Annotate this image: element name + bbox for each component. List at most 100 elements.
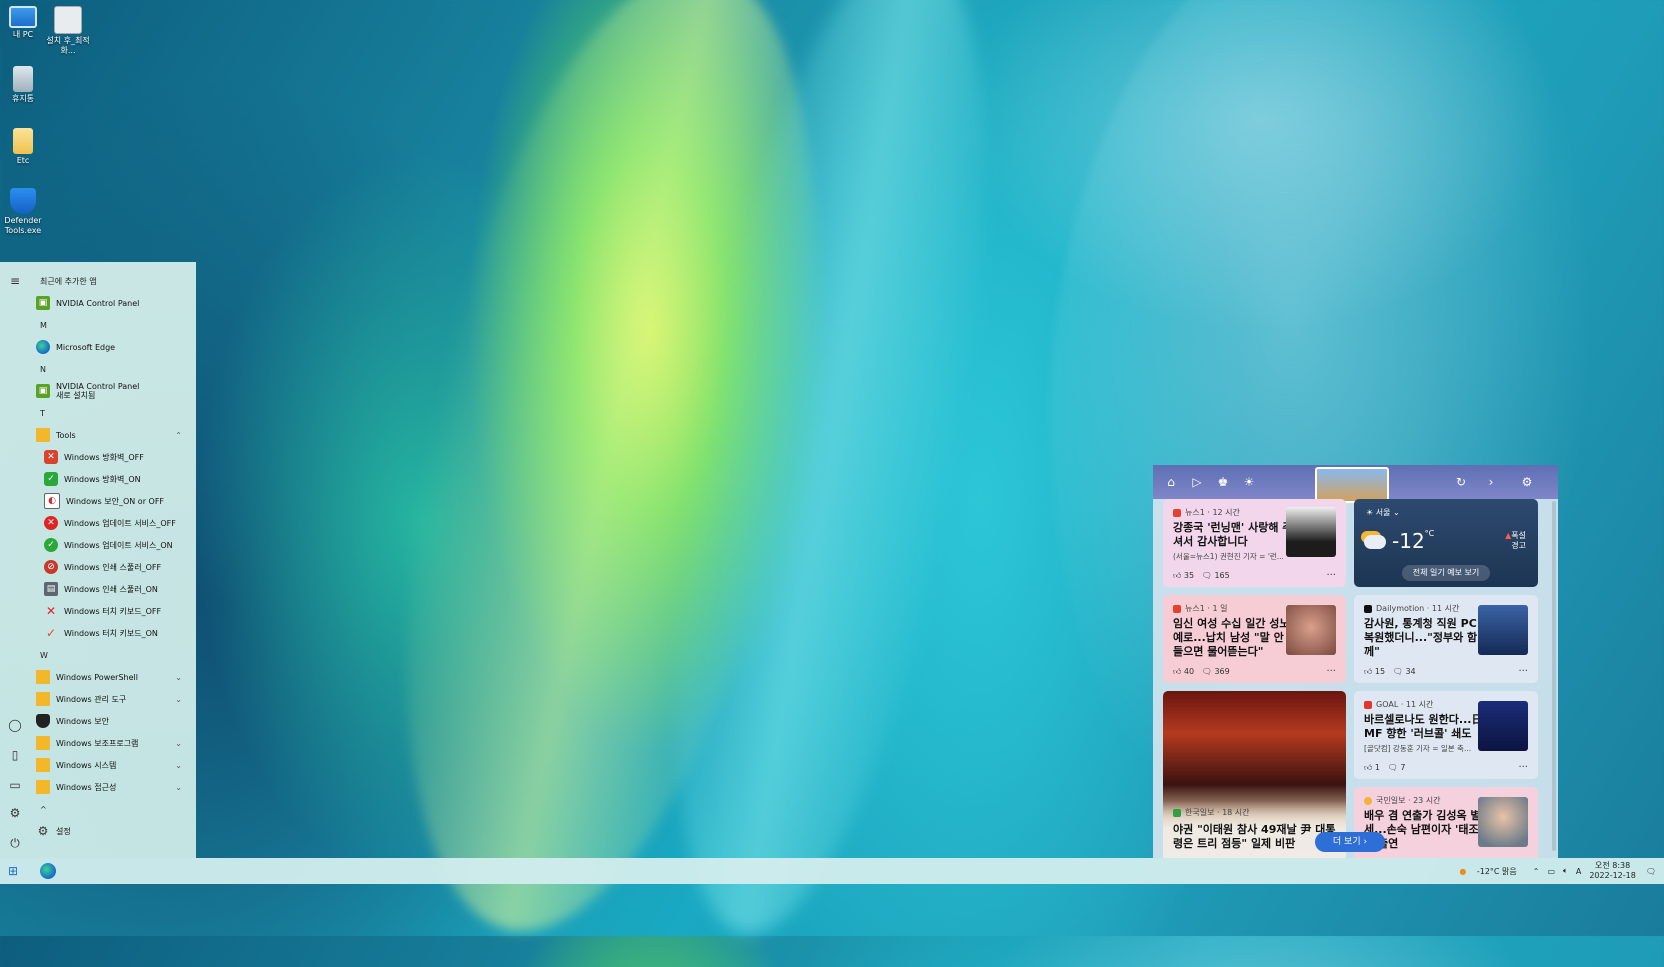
app-firewall-on[interactable]: ✓ Windows 방화벽_ON	[36, 468, 190, 490]
weather-icon[interactable]: ☀	[1241, 474, 1257, 490]
comment-icon[interactable]: 🗨︎	[1202, 667, 1212, 676]
news-thumbnail	[1478, 701, 1528, 751]
like-icon[interactable]: 👍︎	[1364, 667, 1372, 676]
folder-tools[interactable]: Tools ⌃	[36, 424, 190, 446]
refresh-icon[interactable]: ↻	[1453, 474, 1469, 490]
security-shield-icon: ◐	[44, 493, 60, 509]
desktop-icon-recycle-bin[interactable]: 휴지통	[1, 66, 45, 104]
like-icon[interactable]: 👍︎	[1173, 667, 1181, 676]
news-card[interactable]: 뉴스1 · 12 시간 강종국 '런닝맨' 사랑해 주셔서 감사합니다 (서울=…	[1163, 499, 1346, 587]
app-update-service-off[interactable]: ✕ Windows 업데이트 서비스_OFF	[36, 512, 190, 534]
more-options-icon[interactable]: ···	[1518, 762, 1528, 773]
app-nvidia-control-panel-new[interactable]: ▣ NVIDIA Control Panel 새로 설치됨	[36, 380, 190, 402]
notification-icon[interactable]: 🗨︎	[1646, 867, 1656, 876]
chevron-right-icon[interactable]: ›	[1483, 474, 1499, 490]
documents-icon[interactable]: ▯	[8, 748, 22, 762]
gear-icon: ⚙	[37, 824, 49, 838]
news-title: 감사원, 통계청 직원 PC 복원했더니..."정부와 함께"	[1364, 617, 1478, 658]
video-icon[interactable]: ▷	[1189, 474, 1205, 490]
comment-icon[interactable]: 🗨︎	[1202, 571, 1212, 580]
power-icon[interactable]: ⏻	[8, 836, 22, 850]
app-microsoft-edge[interactable]: Microsoft Edge	[36, 336, 190, 358]
app-print-spooler-off[interactable]: ⊘ Windows 인쇄 스풀러_OFF	[36, 556, 190, 578]
section-header-w[interactable]: W	[36, 644, 190, 666]
app-touch-keyboard-off[interactable]: ✕ Windows 터치 키보드_OFF	[36, 600, 190, 622]
stop-circle-icon: ✕	[44, 516, 58, 530]
more-options-icon[interactable]: ···	[1326, 666, 1336, 677]
hamburger-icon[interactable]: ≡	[8, 274, 22, 288]
desktop-icon-my-pc[interactable]: 내 PC	[1, 6, 45, 40]
app-security-toggle[interactable]: ◐ Windows 보안_ON or OFF	[36, 490, 190, 512]
edge-taskbar-icon[interactable]	[40, 863, 56, 879]
app-nvidia-control-panel[interactable]: ▣ NVIDIA Control Panel	[36, 292, 190, 314]
widgets-toolbar: ⌂ ▷ ♚ ☀ ↻ › ⚙	[1153, 465, 1558, 503]
start-menu-rail: ≡ ◯ ▯ ▭ ⚙ ⏻	[0, 262, 30, 858]
pictures-icon[interactable]: ▭	[8, 778, 22, 792]
app-print-spooler-on[interactable]: ▤ Windows 인쇄 스풀러_ON	[36, 578, 190, 600]
user-icon[interactable]: ◯	[8, 718, 22, 732]
volume-icon[interactable]: 🔈︎	[1563, 866, 1568, 876]
edge-icon	[36, 340, 50, 354]
printer-icon: ▤	[44, 582, 58, 596]
forecast-button[interactable]: 전체 일기 예보 보기	[1402, 565, 1490, 581]
check-circle-icon: ✓	[44, 538, 58, 552]
scrollbar[interactable]	[1552, 501, 1556, 851]
news-card[interactable]: Dailymotion · 11 시간 감사원, 통계청 직원 PC 복원했더니…	[1354, 595, 1538, 683]
shield-check-icon: ✓	[44, 472, 58, 486]
doodle-banner[interactable]	[1315, 467, 1389, 503]
comment-icon[interactable]: 🗨︎	[1388, 763, 1398, 772]
network-icon[interactable]: ▭	[1547, 867, 1555, 876]
weather-temperature: -12	[1392, 529, 1425, 553]
section-header-m[interactable]: M	[36, 314, 190, 336]
section-header-n[interactable]: N	[36, 358, 190, 380]
nvidia-icon: ▣	[36, 296, 50, 310]
gear-icon[interactable]: ⚙	[1519, 474, 1535, 490]
app-update-service-on[interactable]: ✓ Windows 업데이트 서비스_ON	[36, 534, 190, 556]
desktop-icon-defender-tools[interactable]: Defender Tools.exe	[1, 188, 45, 236]
weather-card[interactable]: ☀ 서울 ⌄ -12°C ▲폭설 경고 전체 일기 예보 보기	[1354, 499, 1538, 587]
section-header-caret[interactable]: ^	[36, 798, 190, 820]
weather-location[interactable]: 서울	[1376, 508, 1391, 517]
folder-windows-accessibility[interactable]: Windows 접근성 ⌄	[36, 776, 190, 798]
news-source-icon	[1364, 604, 1372, 613]
news-title: 강종국 '런닝맨' 사랑해 주셔서 감사합니다	[1173, 521, 1293, 548]
folder-windows-admin-tools[interactable]: Windows 관리 도구 ⌄	[36, 688, 190, 710]
weather-alert[interactable]: ▲폭설 경고	[1505, 531, 1526, 551]
nvidia-icon: ▣	[36, 384, 50, 398]
app-windows-security[interactable]: Windows 보안	[36, 710, 190, 732]
pc-icon	[9, 6, 37, 28]
like-icon[interactable]: 👍︎	[1364, 763, 1372, 772]
like-icon[interactable]: 👍︎	[1173, 571, 1181, 580]
x-mark-icon: ✕	[45, 604, 57, 618]
app-settings[interactable]: ⚙ 설정	[36, 820, 190, 842]
recycle-bin-icon	[13, 66, 33, 92]
folder-windows-accessories[interactable]: Windows 보조프로그램 ⌄	[36, 732, 190, 754]
folder-icon	[36, 736, 50, 750]
settings-icon[interactable]: ⚙	[8, 806, 22, 820]
news-card[interactable]: GOAL · 11 시간 바르셀로나도 원한다...日 MF 향한 '러브콜' …	[1354, 691, 1538, 779]
sports-icon[interactable]: ♚	[1215, 474, 1231, 490]
windows-start-icon[interactable]: ⊞	[8, 864, 22, 878]
folder-windows-system[interactable]: Windows 시스템 ⌄	[36, 754, 190, 776]
home-icon[interactable]: ⌂	[1163, 474, 1179, 490]
chevron-up-icon[interactable]: ⌃	[1533, 867, 1540, 876]
system-tray: ● -12°C 맑음 ⌃ ▭ 🔈︎ A 오전 8:38 2022-12-18 🗨…	[1459, 858, 1664, 884]
news-snippet: [골닷컴] 강동훈 기자 = 일본 축...	[1364, 744, 1472, 753]
more-options-icon[interactable]: ···	[1518, 666, 1528, 677]
section-header-t[interactable]: T	[36, 402, 190, 424]
shield-x-icon: ✕	[44, 450, 58, 464]
comment-icon[interactable]: 🗨︎	[1393, 667, 1403, 676]
more-options-icon[interactable]: ···	[1326, 570, 1336, 581]
app-touch-keyboard-on[interactable]: ✓ Windows 터치 키보드_ON	[36, 622, 190, 644]
news-card[interactable]: 뉴스1 · 1 일 임신 여성 수십 일간 성노예로...납치 남성 "말 안 …	[1163, 595, 1346, 683]
partly-cloudy-icon	[1364, 535, 1386, 549]
folder-windows-powershell[interactable]: Windows PowerShell ⌄	[36, 666, 190, 688]
weather-widget-button[interactable]: ● -12°C 맑음	[1459, 866, 1524, 877]
more-button[interactable]: 더 보기 ›	[1315, 832, 1385, 852]
ime-indicator[interactable]: A	[1576, 867, 1581, 876]
clock[interactable]: 오전 8:38 2022-12-18	[1589, 861, 1636, 881]
folder-icon	[36, 428, 50, 442]
app-firewall-off[interactable]: ✕ Windows 방화벽_OFF	[36, 446, 190, 468]
desktop-icon-setup-shortcut[interactable]: 설치 후_최적화...	[46, 6, 90, 56]
desktop-icon-etc[interactable]: Etc	[1, 128, 45, 166]
